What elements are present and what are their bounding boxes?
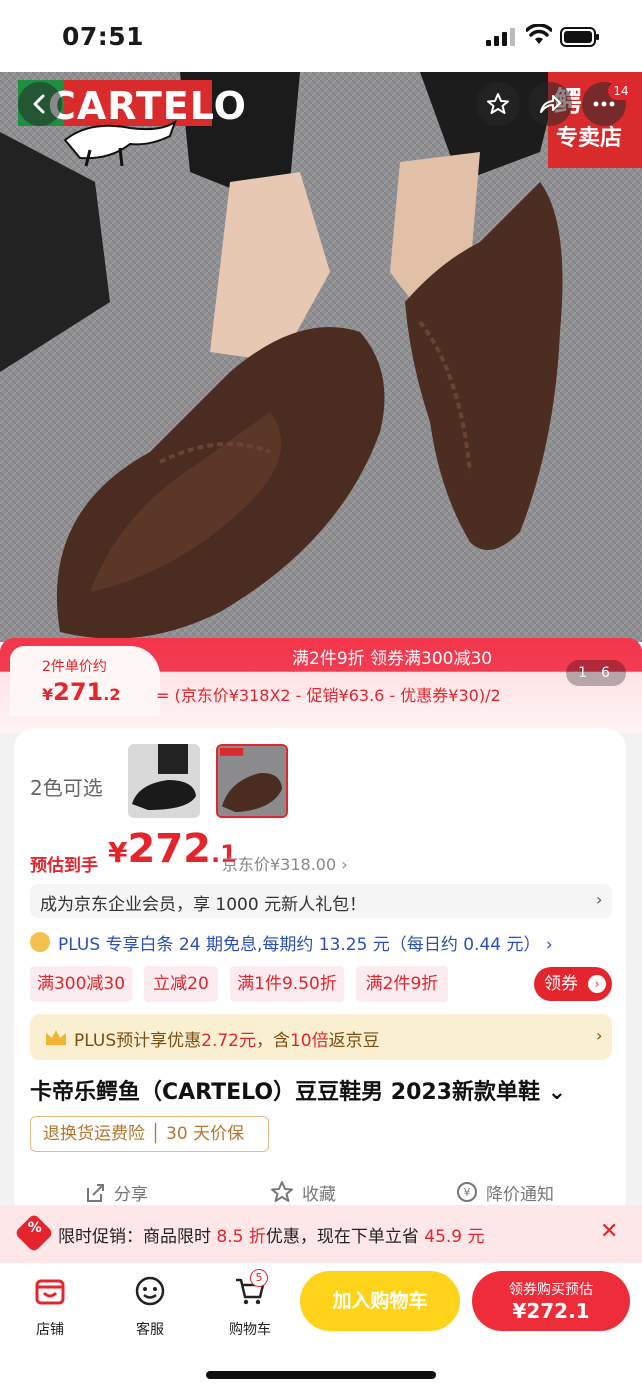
plus-installment-info[interactable]: PLUS 专享白条 24 期免息,每期约 13.25 元（每日约 0.44 元）… [58,930,553,955]
image-pager: 16 [566,660,626,686]
store-icon [35,1279,65,1305]
chevron-right-icon: › [596,890,603,909]
promo-tag: 满300减30 [30,966,132,1002]
home-indicator[interactable] [206,1371,436,1379]
brown-shoe-thumbnail [218,746,286,816]
star-icon [271,1181,293,1202]
color-options-label: 2色可选 [30,776,103,800]
promo-strip: 2件单价约 ¥271.2 满2件9折 领券满300减30 = (京东价¥318X… [0,638,642,733]
promo-tag: 满2件9折 [356,966,448,1002]
back-arrow-icon [33,94,45,114]
plus-savings-banner[interactable]: PLUS预计享优惠2.72元，含10倍返京豆 › [30,1014,612,1060]
status-time: 07:51 [62,22,145,51]
jd-list-price[interactable]: 京东价¥318.00 › [222,851,348,875]
black-shoe-thumbnail [128,744,200,818]
chevron-right-icon: › [588,975,606,993]
status-bar: 07:51 [0,0,642,72]
price-alert-action[interactable]: 降价通知 [486,1180,554,1205]
price-alert-icon: ¥ [457,1182,477,1202]
unit-price: ¥271.2 [42,678,121,706]
favorite-action[interactable]: 收藏 [302,1180,336,1205]
cart-count-badge: 5 [250,1269,268,1287]
svg-text:¥: ¥ [464,1186,471,1199]
chevron-right-icon: › [596,1026,603,1045]
share-action[interactable]: 分享 [114,1180,148,1205]
price-formula: = (京东价¥318X2 - 促销¥63.6 - 优惠券¥30)/2 [156,686,501,705]
product-actions: 分享 收藏 ¥ 降价通知 [0,1176,642,1208]
battery-icon [560,27,599,47]
estimated-price: ¥272.1 [108,826,237,872]
back-button[interactable] [18,82,62,126]
discount-percent-icon: % [14,1213,54,1253]
promo-headline: 满2件9折 领券满300减30 [292,649,493,669]
product-page: 07:51 CARTELO 专卖店 14 2件单价约 ¥271.2 满2件9折 … [0,0,642,1389]
flash-sale-banner[interactable]: % 限时促销：商品限时 8.5 折优惠，现在下单立省 45.9 元 ✕ [0,1205,642,1263]
estimated-price-label: 预估到手 [30,856,98,876]
add-to-cart-button[interactable]: 加入购物车 [300,1271,460,1331]
message-count-badge: 14 [608,82,634,100]
share-arrow-icon [540,95,561,113]
chat-smile-icon [135,1276,165,1306]
star-icon [487,93,509,114]
color-option-black[interactable] [128,744,200,818]
share-icon [87,1184,104,1202]
crown-icon [46,1030,66,1045]
service-guarantee-tag[interactable]: 退换货运费险 │ 30 天价保 [30,1116,269,1152]
crocodile-logo-icon [63,119,177,167]
flash-sale-text: 限时促销：商品限时 8.5 折优惠，现在下单立省 45.9 元 [58,1227,485,1247]
close-icon[interactable]: ✕ [600,1219,618,1244]
wifi-icon [526,24,552,44]
promo-tag: 满1件9.50折 [230,966,344,1002]
cellular-signal-icon [486,28,515,46]
unit-price-label: 2件单价约 [42,659,107,675]
color-option-brown[interactable] [216,744,288,818]
get-coupon-button[interactable]: 领券 › [534,967,612,1001]
plus-crown-icon [30,932,50,952]
enterprise-member-banner[interactable]: 成为京东企业会员，享 1000 元新人礼包！ › [30,884,612,918]
product-title[interactable]: 卡帝乐鳄鱼（CARTELO）豆豆鞋男 2023新款单鞋 ⌄ [30,1074,566,1106]
promo-tag: 立减20 [144,966,218,1002]
share-button[interactable] [528,82,572,126]
favorite-star-button[interactable] [476,82,520,126]
buy-with-coupon-button[interactable]: 领券购买预估 ¥272.1 [472,1271,630,1331]
